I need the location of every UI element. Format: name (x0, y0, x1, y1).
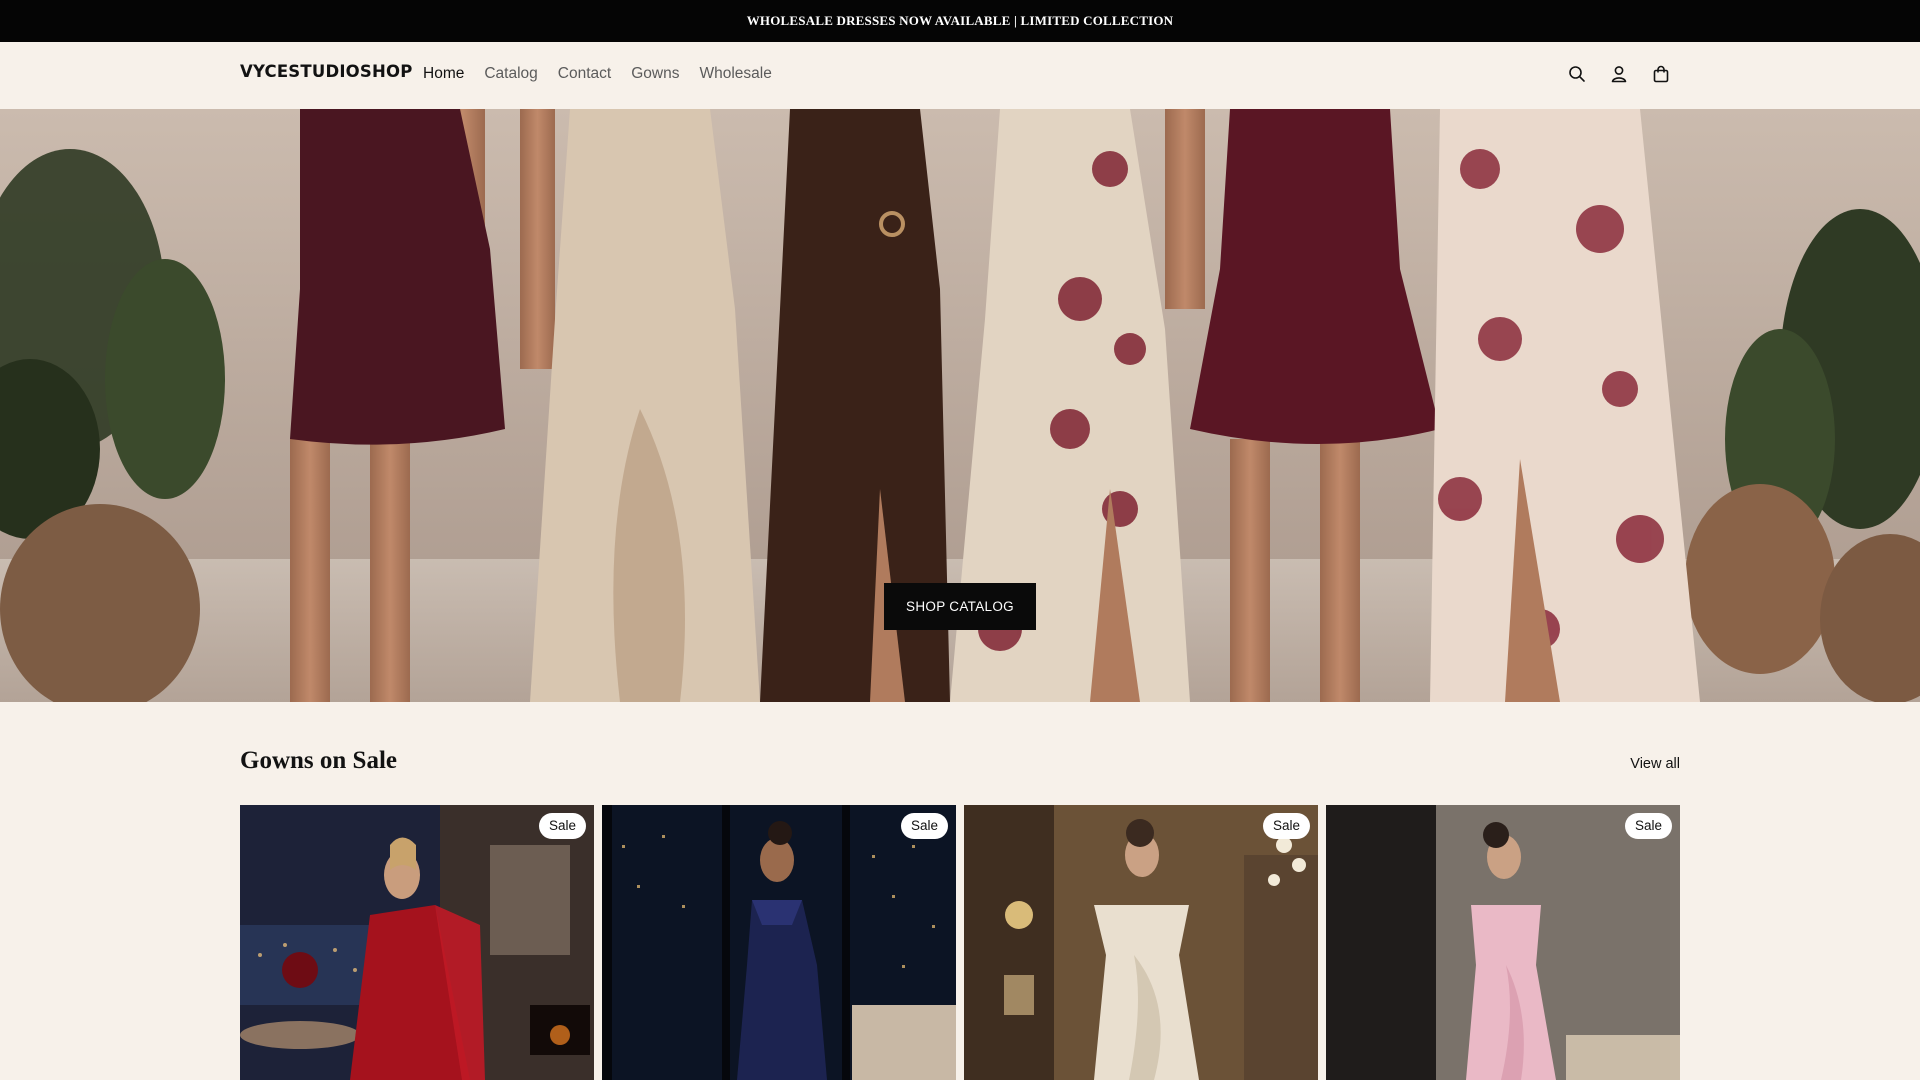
sale-badge: Sale (1624, 813, 1672, 839)
product-image (240, 805, 594, 1080)
vase-right-decoration (1685, 484, 1835, 674)
product-card-pink-gown[interactable]: Sale (1326, 805, 1680, 1080)
site-logo[interactable]: VYCESTUDIOSHOP (240, 62, 413, 81)
product-card-ivory-gown[interactable]: Sale (964, 805, 1318, 1080)
sale-badge: Sale (538, 813, 586, 839)
hero-banner: SHOP CATALOG (0, 109, 1920, 702)
sale-badge: Sale (900, 813, 948, 839)
sale-badge: Sale (1262, 813, 1310, 839)
shop-catalog-button[interactable]: SHOP CATALOG (884, 583, 1036, 630)
product-image (1326, 805, 1680, 1080)
announcement-bar: WHOLESALE DRESSES NOW AVAILABLE | LIMITE… (0, 0, 1920, 42)
product-image (964, 805, 1318, 1080)
product-grid: Sale Sale Sale Sale (240, 805, 1680, 1080)
view-all-link[interactable]: View all (1630, 756, 1680, 772)
cart-icon[interactable] (1649, 62, 1673, 86)
site-header: VYCESTUDIOSHOP Home Catalog Contact Gown… (0, 42, 1920, 109)
nav-contact[interactable]: Contact (558, 65, 611, 83)
announcement-text: WHOLESALE DRESSES NOW AVAILABLE | LIMITE… (746, 13, 1174, 28)
main-nav: Home Catalog Contact Gowns Wholesale (423, 65, 772, 83)
nav-gowns[interactable]: Gowns (631, 65, 679, 83)
nav-wholesale[interactable]: Wholesale (699, 65, 771, 83)
product-card-red-gown[interactable]: Sale (240, 805, 594, 1080)
search-icon[interactable] (1565, 62, 1589, 86)
account-icon[interactable] (1607, 62, 1631, 86)
section-title: Gowns on Sale (240, 747, 397, 774)
header-actions (1565, 62, 1673, 86)
nav-catalog[interactable]: Catalog (484, 65, 537, 83)
product-image (602, 805, 956, 1080)
nav-home[interactable]: Home (423, 65, 464, 83)
product-card-navy-gown[interactable]: Sale (602, 805, 956, 1080)
